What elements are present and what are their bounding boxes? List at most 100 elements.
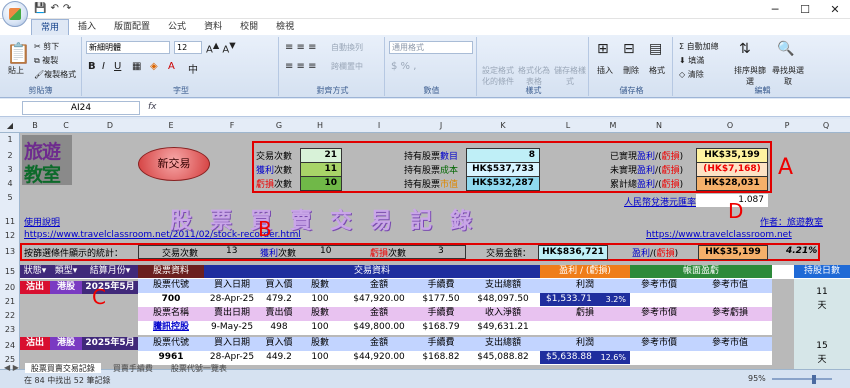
column-header[interactable]: B xyxy=(20,119,50,133)
column-header[interactable]: K xyxy=(466,119,540,133)
tab-formulas[interactable]: 公式 xyxy=(159,19,195,35)
save-icon[interactable]: 💾 xyxy=(34,3,46,14)
row-header[interactable]: 11 xyxy=(0,217,20,226)
sheet-nav-icon[interactable]: ◀ ▶ xyxy=(4,363,19,373)
row-header[interactable]: 5 xyxy=(0,193,20,202)
new-trade-button[interactable]: 新交易 xyxy=(138,147,210,181)
row-header[interactable]: 13 xyxy=(0,247,20,256)
author-link[interactable]: 作者：旅遊教室 xyxy=(760,215,823,228)
underline-icon[interactable]: U xyxy=(114,61,121,72)
column-header[interactable]: G xyxy=(260,119,298,133)
font-name-select[interactable]: 新細明體 xyxy=(86,41,170,54)
minimize-button[interactable]: ─ xyxy=(760,0,790,19)
format-painter-button[interactable]: 🖌複製格式 xyxy=(34,69,76,80)
cell-styles-button[interactable]: 儲存格樣式 xyxy=(553,65,587,87)
merge-center-button[interactable]: 跨欄置中 xyxy=(331,61,363,72)
insert-cells-button[interactable]: 插入 xyxy=(597,65,613,76)
delete-cells-icon[interactable]: ⊟ xyxy=(623,41,635,57)
tab-page-layout[interactable]: 版面配置 xyxy=(105,19,159,35)
sort-filter-icon[interactable]: ⇅ xyxy=(739,41,751,57)
clear-button[interactable]: ◇ 清除 xyxy=(679,69,704,80)
column-header[interactable]: N xyxy=(630,119,688,133)
row-header[interactable]: 1 xyxy=(0,135,20,144)
find-select-button[interactable]: 尋找與選取 xyxy=(771,65,805,87)
column-header[interactable]: D xyxy=(82,119,138,133)
row-header[interactable]: 3 xyxy=(0,165,20,174)
maximize-button[interactable]: ☐ xyxy=(790,0,820,19)
row-header[interactable]: 2 xyxy=(0,151,20,160)
bold-icon[interactable]: B xyxy=(88,61,96,72)
fx-icon[interactable]: fx xyxy=(148,102,157,112)
row-header[interactable]: 22 xyxy=(0,311,20,320)
column-header[interactable]: Q xyxy=(802,119,850,133)
insert-cells-icon[interactable]: ⊞ xyxy=(597,41,609,57)
undo-icon[interactable]: ↶ xyxy=(50,3,58,14)
column-header[interactable]: O xyxy=(688,119,772,133)
column-header[interactable]: I xyxy=(342,119,416,133)
tab-insert[interactable]: 插入 xyxy=(69,19,105,35)
author-url-link[interactable]: https://www.travelclassroom.net xyxy=(646,230,792,240)
sheet-tab-codes[interactable]: 股票代號一覽表 xyxy=(165,363,233,373)
sheet-tab-records[interactable]: 股票買賣交易記錄 xyxy=(24,363,101,373)
currency-icon[interactable]: $ % , xyxy=(391,61,416,72)
borders-icon[interactable]: ▦ xyxy=(132,61,141,72)
italic-icon[interactable]: I xyxy=(102,61,105,72)
format-cells-icon[interactable]: ▤ xyxy=(649,41,662,57)
column-header[interactable]: F xyxy=(204,119,260,133)
copy-button[interactable]: ⧉ 複製 xyxy=(34,55,58,66)
font-size-select[interactable]: 12 xyxy=(174,41,202,54)
sheet-tab-fees[interactable]: 買賣手續費 xyxy=(107,363,159,373)
row-header[interactable]: 23 xyxy=(0,325,20,334)
fill-button[interactable]: ⬇ 填滿 xyxy=(679,55,704,66)
column-header[interactable]: C xyxy=(50,119,82,133)
format-cells-button[interactable]: 格式 xyxy=(649,65,665,76)
sort-filter-button[interactable]: 排序與篩選 xyxy=(733,65,767,87)
column-header[interactable]: J xyxy=(416,119,466,133)
wrap-text-button[interactable]: 自動換列 xyxy=(331,42,363,53)
format-as-table-button[interactable]: 格式化為表格 xyxy=(517,65,551,87)
row-header[interactable]: 4 xyxy=(0,179,20,188)
office-button[interactable] xyxy=(2,1,28,27)
conditional-format-button[interactable]: 設定格式化的條件 xyxy=(481,65,515,87)
select-all-corner[interactable]: ◢ xyxy=(0,119,20,133)
record-name[interactable]: 騰訊控股 xyxy=(138,321,204,334)
column-header[interactable]: L xyxy=(540,119,596,133)
align-top-icon[interactable]: ≡ ≡ ≡ xyxy=(285,42,317,53)
name-box[interactable]: AI24 xyxy=(22,101,140,115)
fx-rate-label[interactable]: 人民幣兌港元匯率 xyxy=(624,195,696,208)
fill-color-icon[interactable]: ◈ xyxy=(150,61,158,72)
grow-font-icon[interactable]: A▲ A▼ xyxy=(206,40,236,55)
guide-link[interactable]: 使用說明 xyxy=(24,215,60,228)
row-header[interactable]: 20 xyxy=(0,283,20,292)
paste-button[interactable]: 貼上 xyxy=(8,65,24,76)
tab-home[interactable]: 常用 xyxy=(31,19,70,35)
tab-review[interactable]: 校閱 xyxy=(231,19,267,35)
delete-cells-button[interactable]: 刪除 xyxy=(623,65,639,76)
zoom-thumb[interactable] xyxy=(812,375,816,384)
column-header[interactable]: E xyxy=(138,119,204,133)
column-header[interactable]: M xyxy=(596,119,630,133)
row-header[interactable]: 21 xyxy=(0,297,20,306)
zoom-slider[interactable] xyxy=(772,378,832,380)
row-header[interactable]: 24 xyxy=(0,341,20,350)
close-button[interactable]: ✕ xyxy=(820,0,850,19)
column-header[interactable]: H xyxy=(298,119,342,133)
number-format-select[interactable]: 通用格式 xyxy=(389,41,473,54)
row-header[interactable]: 15 xyxy=(0,267,20,276)
find-select-icon[interactable]: 🔍 xyxy=(777,41,794,57)
filter-type[interactable]: 類型▾ xyxy=(50,265,82,278)
tab-view[interactable]: 檢視 xyxy=(267,19,303,35)
column-header[interactable]: P xyxy=(772,119,802,133)
filter-month[interactable]: 結算月份▾ xyxy=(82,265,138,278)
cut-button[interactable]: ✂ 剪下 xyxy=(34,41,59,52)
align-left-icon[interactable]: ≡ ≡ ≡ xyxy=(285,61,317,72)
phonetic-icon[interactable]: 中 xyxy=(188,61,198,76)
autosum-button[interactable]: Σ 自動加總 xyxy=(679,41,719,52)
row-header[interactable]: 12 xyxy=(0,231,20,240)
filter-status[interactable]: 狀態▾ xyxy=(20,265,50,278)
tab-data[interactable]: 資料 xyxy=(195,19,231,35)
zoom-level[interactable]: 95% xyxy=(748,374,766,383)
redo-icon[interactable]: ↷ xyxy=(63,3,71,14)
paste-icon[interactable]: 📋 xyxy=(6,41,31,65)
font-color-icon[interactable]: A xyxy=(168,61,175,72)
